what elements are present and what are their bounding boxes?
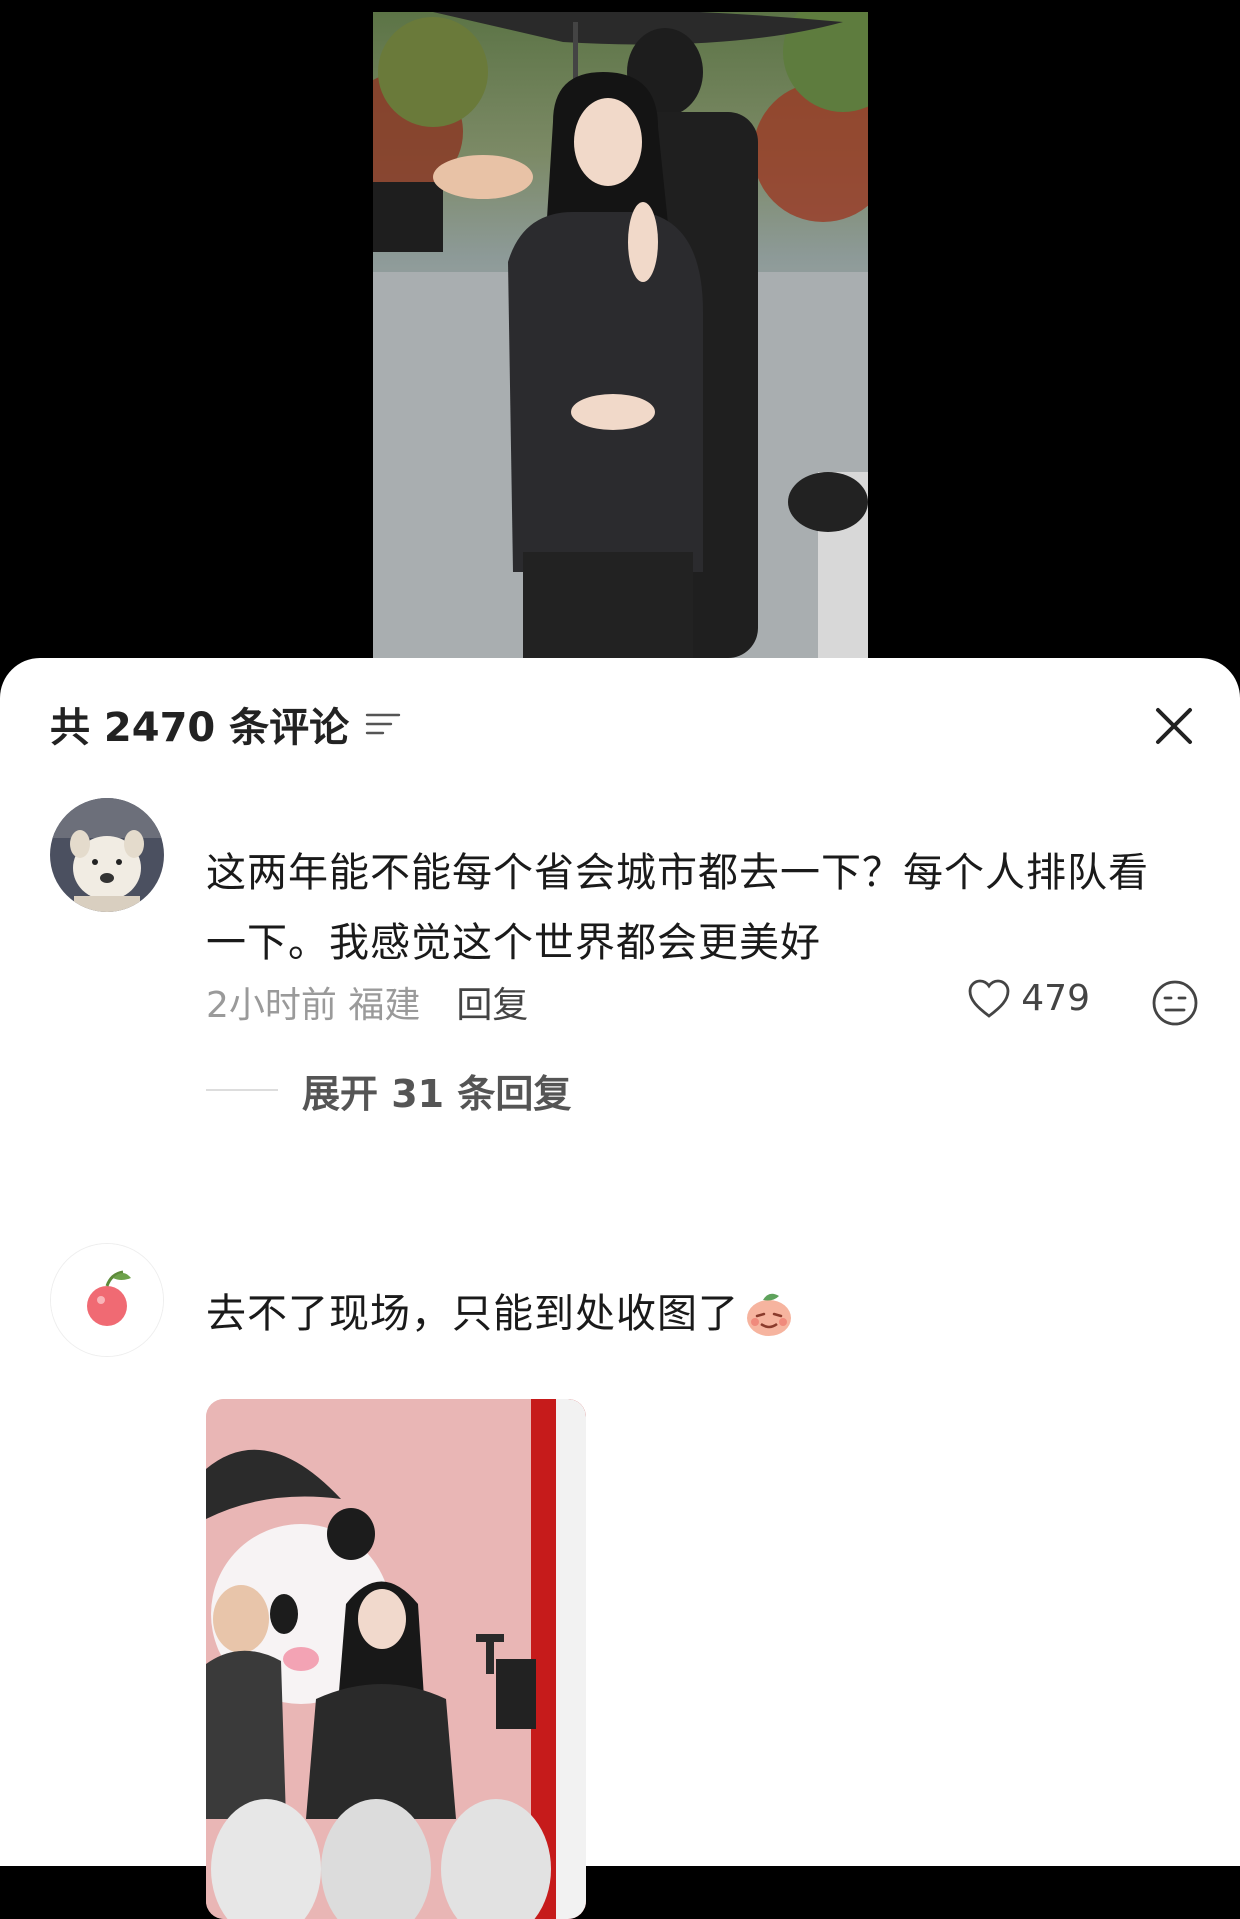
like-button[interactable]: 479 (967, 978, 1090, 1019)
reply-button[interactable]: 回复 (456, 976, 528, 1028)
comment-time-location: 2小时前 福建 (206, 985, 421, 1026)
comment-meta: 2小时前 福建 回复 (206, 974, 528, 1030)
comments-sheet: 共 2470 条评论 这两年能不能每个省会城市都去一下？每个人排队看一下。我感觉… (0, 658, 1240, 1919)
dog-avatar (50, 798, 164, 912)
like-count: 479 (1021, 978, 1090, 1019)
event-photo (206, 1399, 586, 1919)
video-player[interactable] (0, 0, 1240, 700)
comments-header: 共 2470 条评论 (50, 696, 401, 752)
peach-face-emoji-icon (747, 1293, 791, 1336)
comment-text: 去不了现场，只能到处收图了 (206, 1291, 739, 1337)
lychee-avatar (51, 1244, 163, 1356)
comment-attached-image[interactable] (206, 1399, 586, 1919)
comment-item: 这两年能不能每个省会城市都去一下？每个人排队看一下。我感觉这个世界都会更美好 2… (50, 798, 1200, 1118)
video-scene (373, 12, 868, 658)
comment-text: 这两年能不能每个省会城市都去一下？每个人排队看一下。我感觉这个世界都会更美好 (206, 850, 1149, 966)
expand-replies-label: 展开 31 条回复 (302, 1071, 572, 1116)
comment-text-row: 去不了现场，只能到处收图了 (206, 1279, 1186, 1349)
avatar[interactable] (50, 798, 164, 912)
expand-divider-line (206, 1089, 278, 1091)
close-icon[interactable] (1154, 706, 1194, 746)
meh-face-icon[interactable] (1150, 978, 1200, 1028)
filter-icon[interactable] (365, 709, 401, 739)
expand-replies-button[interactable]: 展开 31 条回复 (206, 1062, 571, 1118)
comments-count-title: 共 2470 条评论 (50, 705, 350, 751)
avatar[interactable] (50, 1243, 164, 1357)
video-frame-image[interactable] (373, 12, 868, 658)
heart-outline-icon (968, 979, 1010, 1018)
comment-item: 去不了现场，只能到处收图了 (50, 1243, 1200, 1919)
